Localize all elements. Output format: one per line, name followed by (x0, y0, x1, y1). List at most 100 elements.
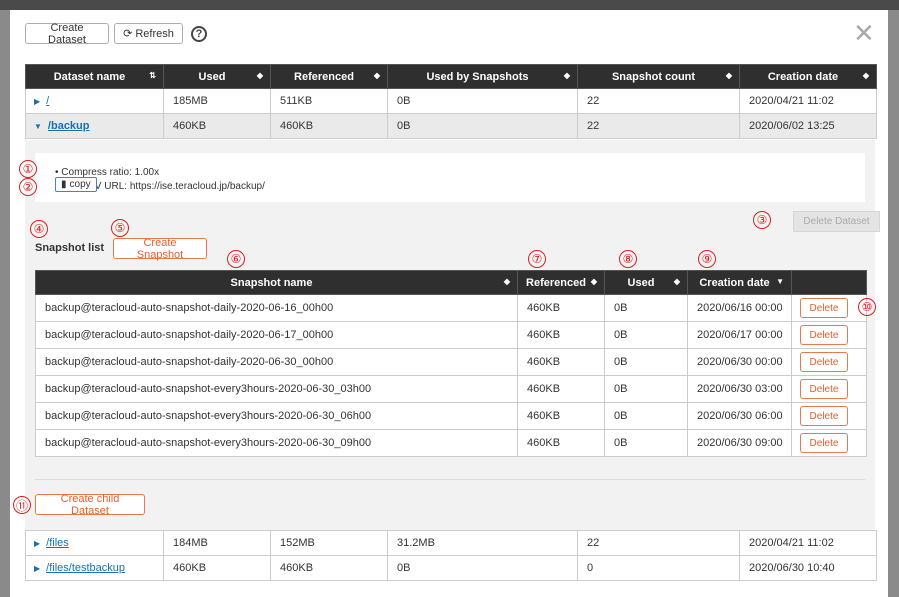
marker-10: ⑩ (858, 298, 876, 316)
snapshot-referenced: 460KB (517, 402, 605, 430)
table-row: backup@teracloud-auto-snapshot-every3hou… (35, 375, 867, 403)
clipboard-icon: ▮ (61, 179, 67, 190)
snapshot-created: 2020/06/30 03:00 (687, 375, 792, 403)
snapshot-referenced: 460KB (517, 429, 605, 457)
snapshot-table-header: Snapshot name ◆ Referenced ◆ Used ◆ Creatio… (35, 270, 867, 295)
refresh-button[interactable]: ⟳ Refresh (114, 23, 183, 44)
table-row: backup@teracloud-auto-snapshot-daily-202… (35, 321, 867, 349)
snapshot-created: 2020/06/17 00:00 (687, 321, 792, 349)
copy-url-button[interactable]: ▮ copy (55, 177, 97, 192)
col-creation-date[interactable]: Creation date ◆ (739, 64, 877, 89)
snapshot-name: backup@teracloud-auto-snapshot-every3hou… (35, 375, 518, 403)
dataset-table: Dataset name ⇅ Used ◆ Referenced ◆ Used by … (25, 64, 877, 139)
dataset-link[interactable]: /files/testbackup (46, 562, 125, 574)
snapshot-used: 0B (604, 348, 688, 376)
delete-snapshot-button[interactable]: Delete (800, 298, 848, 318)
refresh-icon: ⟳ (123, 28, 133, 40)
marker-9: ⑨ (698, 250, 716, 268)
snapshot-name: backup@teracloud-auto-snapshot-daily-202… (35, 321, 518, 349)
snapshot-actions: Delete (791, 375, 867, 403)
col-snap-used[interactable]: Used ◆ (604, 270, 688, 295)
marker-8: ⑧ (619, 250, 637, 268)
delete-dataset-button[interactable]: Delete Dataset (793, 211, 880, 232)
snapshot-used: 0B (604, 429, 688, 457)
expand-caret-icon: ▶ (34, 539, 41, 548)
close-icon[interactable]: ✕ (853, 20, 875, 46)
marker-3: ③ (753, 211, 771, 229)
delete-snapshot-button[interactable]: Delete (800, 433, 848, 453)
sort-desc-icon: ▼ (776, 277, 784, 286)
table-row: ▶/files/testbackup 460KB 460KB 0B 0 2020… (25, 555, 877, 581)
snapshot-actions: Delete (791, 348, 867, 376)
table-row: ▶/files 184MB 152MB 31.2MB 22 2020/04/21… (25, 530, 877, 556)
dataset-info-box: • Compress ratio: 1.00x • WebDAV URL: ht… (35, 153, 865, 202)
delete-snapshot-button[interactable]: Delete (800, 325, 848, 345)
sort-icon: ◆ (590, 277, 597, 286)
snapshot-created: 2020/06/30 06:00 (687, 402, 792, 430)
col-snap-referenced[interactable]: Referenced ◆ (517, 270, 605, 295)
snapshot-used: 0B (604, 402, 688, 430)
col-snapshot-name[interactable]: Snapshot name ◆ (35, 270, 518, 295)
snapshot-created: 2020/06/30 00:00 (687, 348, 792, 376)
marker-6: ⑥ (227, 250, 245, 268)
sort-alpha-icon: ⇅ (149, 71, 156, 80)
snapshot-name: backup@teracloud-auto-snapshot-daily-202… (35, 348, 518, 376)
table-row: ▶/ 185MB 511KB 0B 22 2020/04/21 11:02 (25, 88, 877, 114)
refresh-label: Refresh (135, 27, 174, 40)
sort-icon: ◆ (862, 71, 869, 80)
snapshot-created: 2020/06/30 09:00 (687, 429, 792, 457)
marker-7: ⑦ (528, 250, 546, 268)
table-row: backup@teracloud-auto-snapshot-every3hou… (35, 402, 867, 430)
sort-icon: ◆ (256, 71, 263, 80)
snapshot-referenced: 460KB (517, 294, 605, 322)
sort-icon: ◆ (373, 71, 380, 80)
delete-snapshot-button[interactable]: Delete (800, 352, 848, 372)
help-icon[interactable]: ? (191, 26, 207, 42)
snapshot-used: 0B (604, 294, 688, 322)
dataset-detail-panel: • Compress ratio: 1.00x • WebDAV URL: ht… (25, 140, 880, 530)
dataset-link[interactable]: /backup (48, 120, 90, 132)
snapshot-list-title: Snapshot list (35, 242, 105, 254)
collapse-caret-icon: ▼ (34, 122, 42, 131)
snapshot-used: 0B (604, 375, 688, 403)
snapshot-created: 2020/06/16 00:00 (687, 294, 792, 322)
dataset-link[interactable]: /files (46, 537, 69, 549)
marker-11: ⑪ (13, 496, 31, 514)
col-actions (791, 270, 867, 295)
marker-4: ④ (30, 220, 48, 238)
snapshot-rows: backup@teracloud-auto-snapshot-daily-202… (35, 294, 867, 457)
marker-1: ① (19, 160, 37, 178)
snapshot-actions: Delete (791, 429, 867, 457)
delete-snapshot-button[interactable]: Delete (800, 379, 848, 399)
table-row: backup@teracloud-auto-snapshot-daily-202… (35, 348, 867, 376)
col-referenced[interactable]: Referenced ◆ (270, 64, 388, 89)
col-used[interactable]: Used ◆ (163, 64, 271, 89)
create-snapshot-button[interactable]: Create Snapshot (113, 237, 207, 261)
create-child-dataset-button[interactable]: Create child Dataset (35, 493, 145, 517)
snapshot-actions: Delete (791, 402, 867, 430)
col-snap-creation-date[interactable]: Creation date ▼ (687, 270, 792, 295)
dataset-table-header: Dataset name ⇅ Used ◆ Referenced ◆ Used by … (25, 64, 877, 89)
table-row-expanded: ▼/backup 460KB 460KB 0B 22 2020/06/02 13… (25, 113, 877, 139)
background-page-right (888, 10, 899, 597)
col-dataset-name[interactable]: Dataset name ⇅ (25, 64, 164, 89)
create-dataset-button[interactable]: Create Dataset (25, 22, 109, 46)
snapshot-name: backup@teracloud-auto-snapshot-every3hou… (35, 429, 518, 457)
snapshot-name: backup@teracloud-auto-snapshot-daily-202… (35, 294, 518, 322)
background-page-left (0, 10, 10, 597)
table-row: backup@teracloud-auto-snapshot-every3hou… (35, 429, 867, 457)
expand-caret-icon: ▶ (34, 564, 41, 573)
dataset-modal: Create Dataset ⟳ Refresh ? ✕ Dataset nam… (10, 10, 888, 597)
snapshot-referenced: 460KB (517, 375, 605, 403)
delete-snapshot-button[interactable]: Delete (800, 406, 848, 426)
snapshot-actions: Delete (791, 321, 867, 349)
snapshot-actions: Delete (791, 294, 867, 322)
marker-5: ⑤ (111, 219, 129, 237)
col-snapshot-count[interactable]: Snapshot count ◆ (577, 64, 740, 89)
expand-caret-icon: ▶ (34, 97, 41, 106)
dataset-link[interactable]: / (46, 95, 49, 107)
dataset-table-continued: ▶/files 184MB 152MB 31.2MB 22 2020/04/21… (25, 530, 877, 581)
sort-icon: ◆ (725, 71, 732, 80)
snapshot-referenced: 460KB (517, 348, 605, 376)
col-used-by-snapshots[interactable]: Used by Snapshots ◆ (387, 64, 578, 89)
